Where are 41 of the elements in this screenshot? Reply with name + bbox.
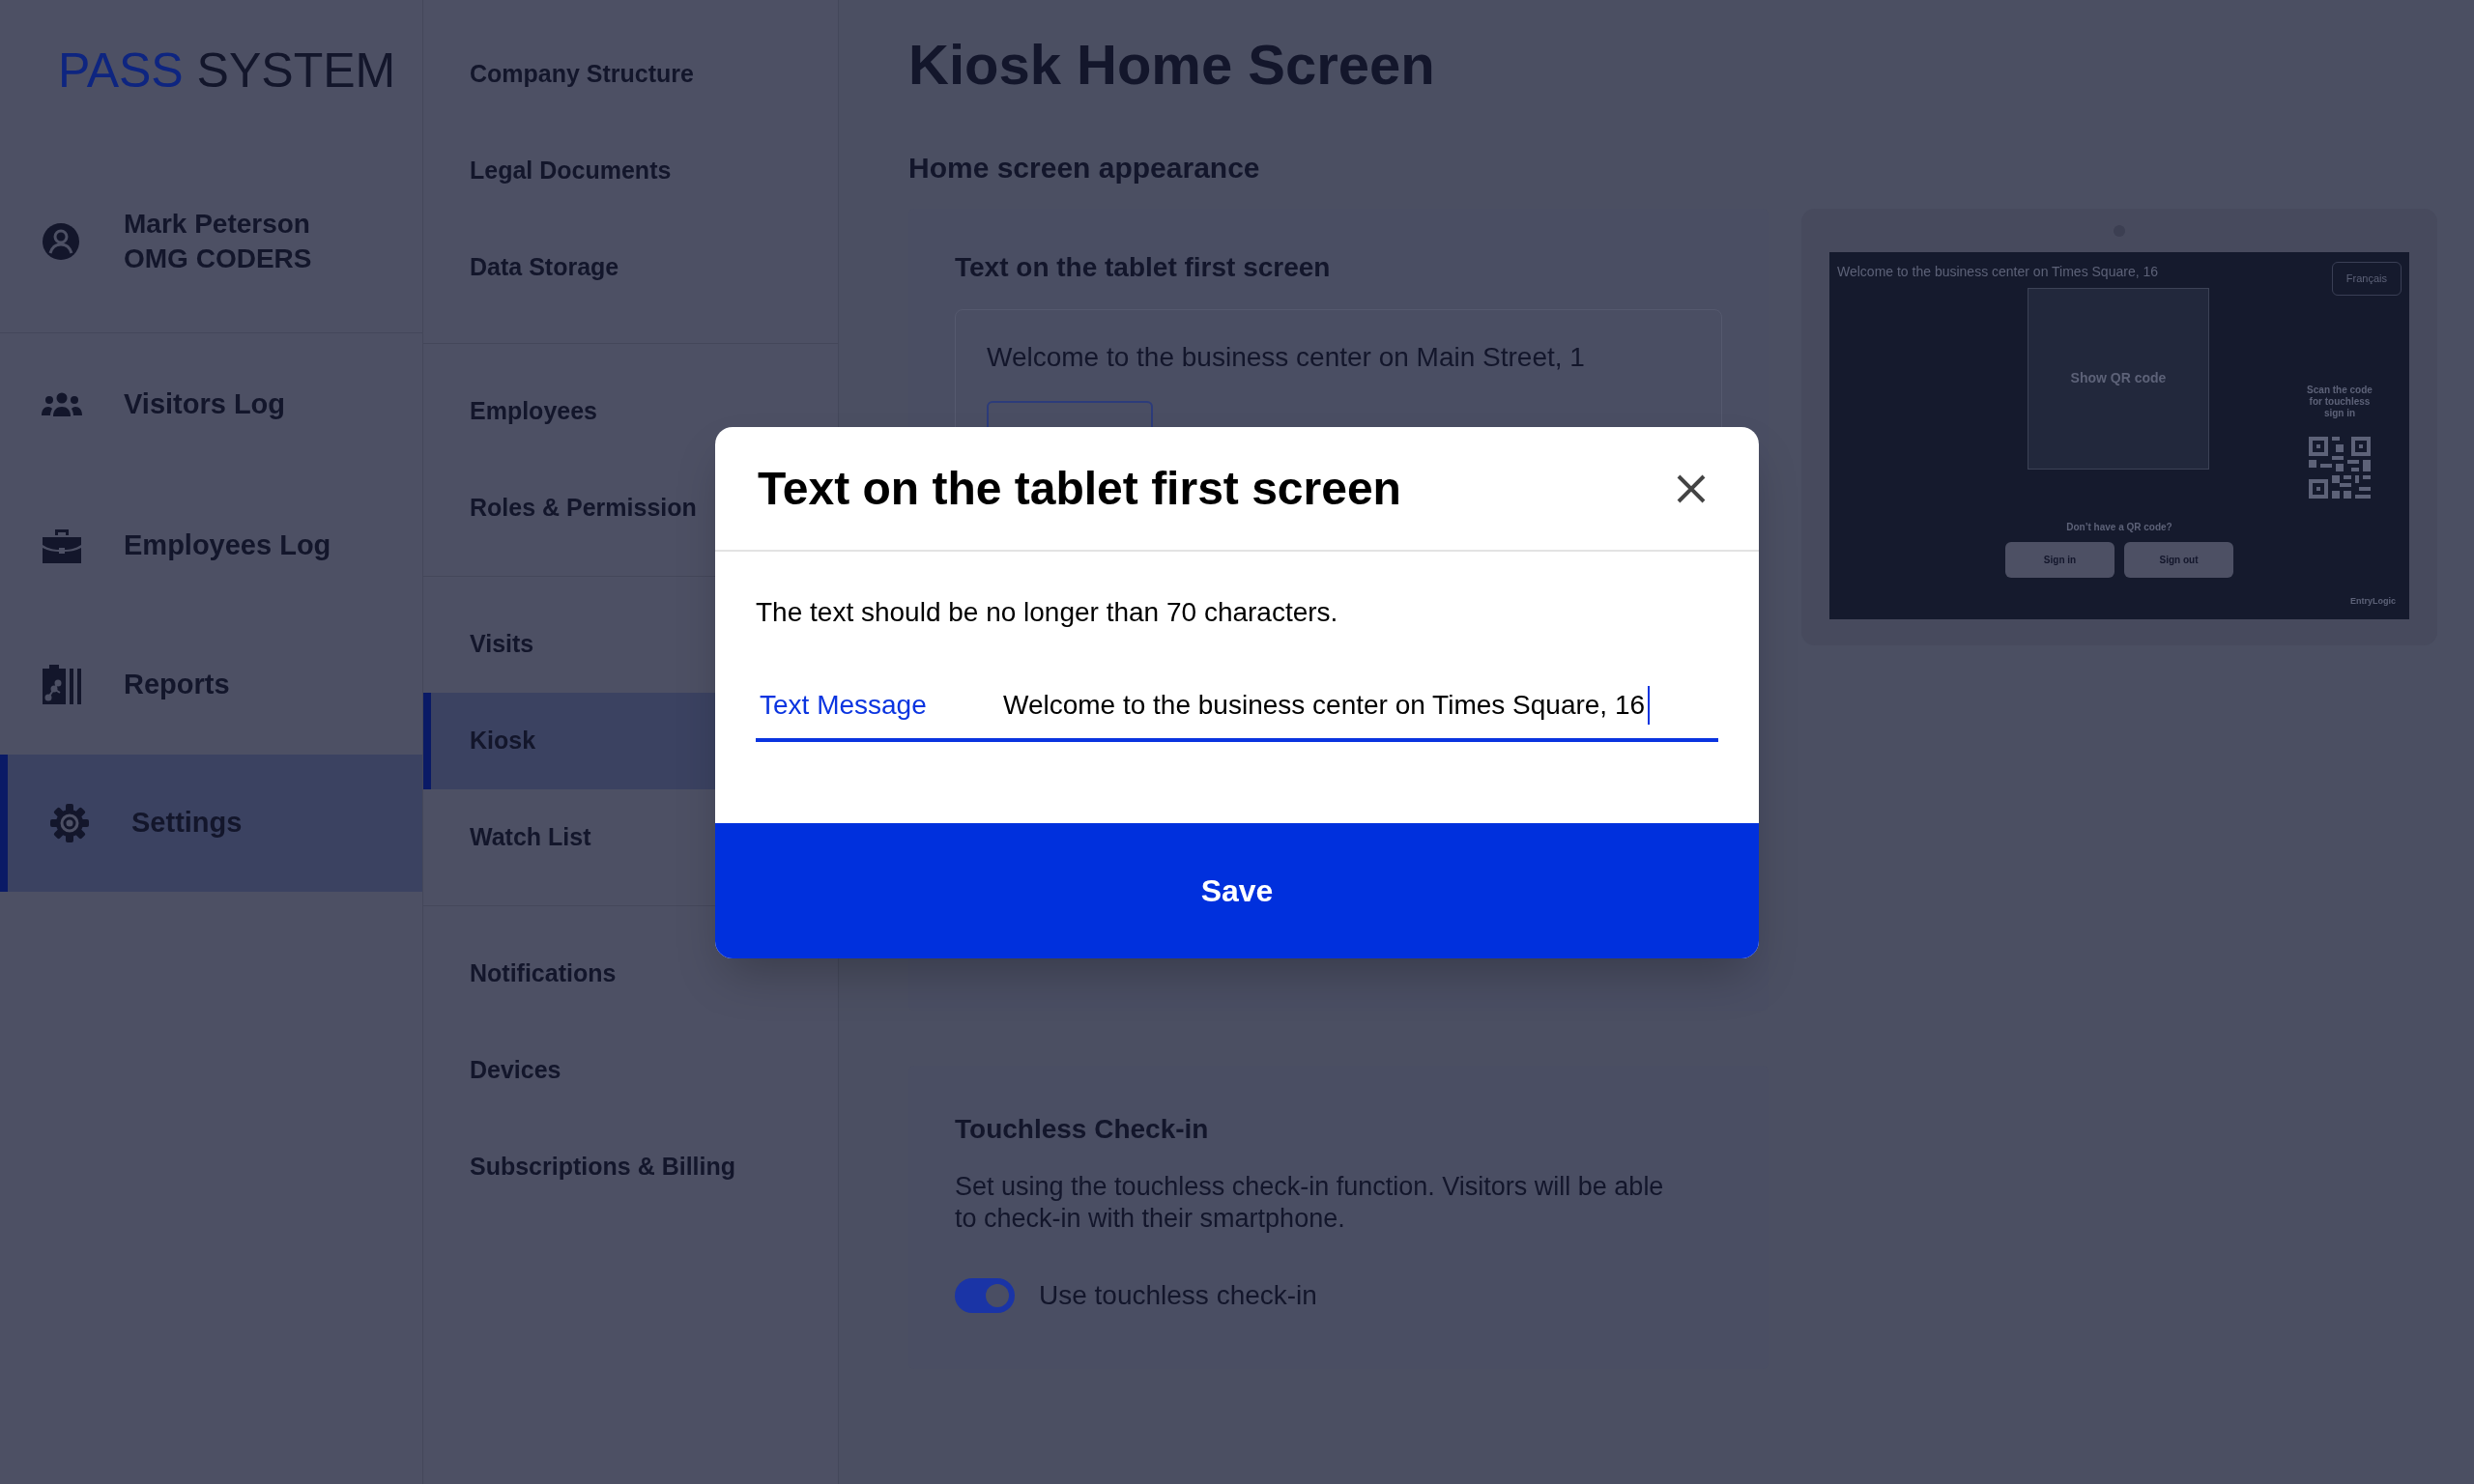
nav-item[interactable]: Visitors Log <box>0 333 422 476</box>
text-message-field[interactable]: Text Message Welcome to the business center on Times Square, 16 <box>756 671 1718 742</box>
settings-menu-item[interactable]: Subscriptions & Billing <box>423 1119 838 1215</box>
people-icon <box>42 392 82 417</box>
settings-menu-item[interactable]: Data Storage <box>423 219 838 316</box>
close-icon <box>1676 472 1707 504</box>
dialog-hint: The text should be no longer than 70 characters. <box>756 596 1338 629</box>
field-value: Welcome to the business center on Times Square, 16 <box>1003 688 1646 722</box>
user-name: Mark Peterson <box>124 207 311 241</box>
settings-menu-item[interactable]: Legal Documents <box>423 123 838 219</box>
settings-menu-item[interactable]: Employees <box>423 363 838 460</box>
kiosk-logo: EntryLogic <box>2350 594 2396 608</box>
dialog-title: Text on the tablet first screen <box>758 461 1401 516</box>
settings-menu-item[interactable]: Devices <box>423 1022 838 1119</box>
toggle-switch[interactable] <box>955 1278 1015 1313</box>
language-button[interactable]: Français <box>2331 262 2402 296</box>
qr-code-icon <box>2309 436 2371 499</box>
user-icon <box>42 221 80 261</box>
clipboard-chart-icon <box>42 665 82 705</box>
welcome-text: Welcome to the business center on Times Square, 16 <box>1837 263 2159 281</box>
section-title: Home screen appearance <box>908 151 1260 186</box>
no-qr-text: Don’t have a QR code? <box>2066 521 2172 534</box>
qr-prompt: Show QR code <box>2070 369 2167 387</box>
card-description: Set using the touchless check-in function. Visitors will be able to check-in with their smartphone. <box>955 1171 1665 1235</box>
logo: PASS SYSTEM <box>57 43 397 100</box>
nav-item[interactable]: Employees Log <box>0 476 422 615</box>
card-title: Touchless Check-in <box>955 1113 1209 1146</box>
scan-hint: Scan the code for touchless sign in <box>2306 384 2373 419</box>
company-name: OMG CODERS <box>124 242 312 275</box>
kiosk-button[interactable]: Sign out <box>2124 542 2233 578</box>
briefcase-icon <box>42 528 82 564</box>
save-button[interactable]: Save <box>715 823 1759 958</box>
text-cursor <box>1648 685 1651 725</box>
page-title: Kiosk Home Screen <box>908 37 1435 93</box>
nav-item[interactable]: Reports <box>0 615 422 755</box>
preview-text: Welcome to the business center on Main Street, 1 <box>987 341 1585 374</box>
settings-icon <box>50 804 89 842</box>
settings-menu-item[interactable]: Company Structure <box>423 26 838 123</box>
kiosk-button[interactable]: Sign in <box>2005 542 2114 578</box>
toggle-label: Use touchless check-in <box>1039 1279 1317 1312</box>
card-title: Text on the tablet first screen <box>955 251 1331 284</box>
